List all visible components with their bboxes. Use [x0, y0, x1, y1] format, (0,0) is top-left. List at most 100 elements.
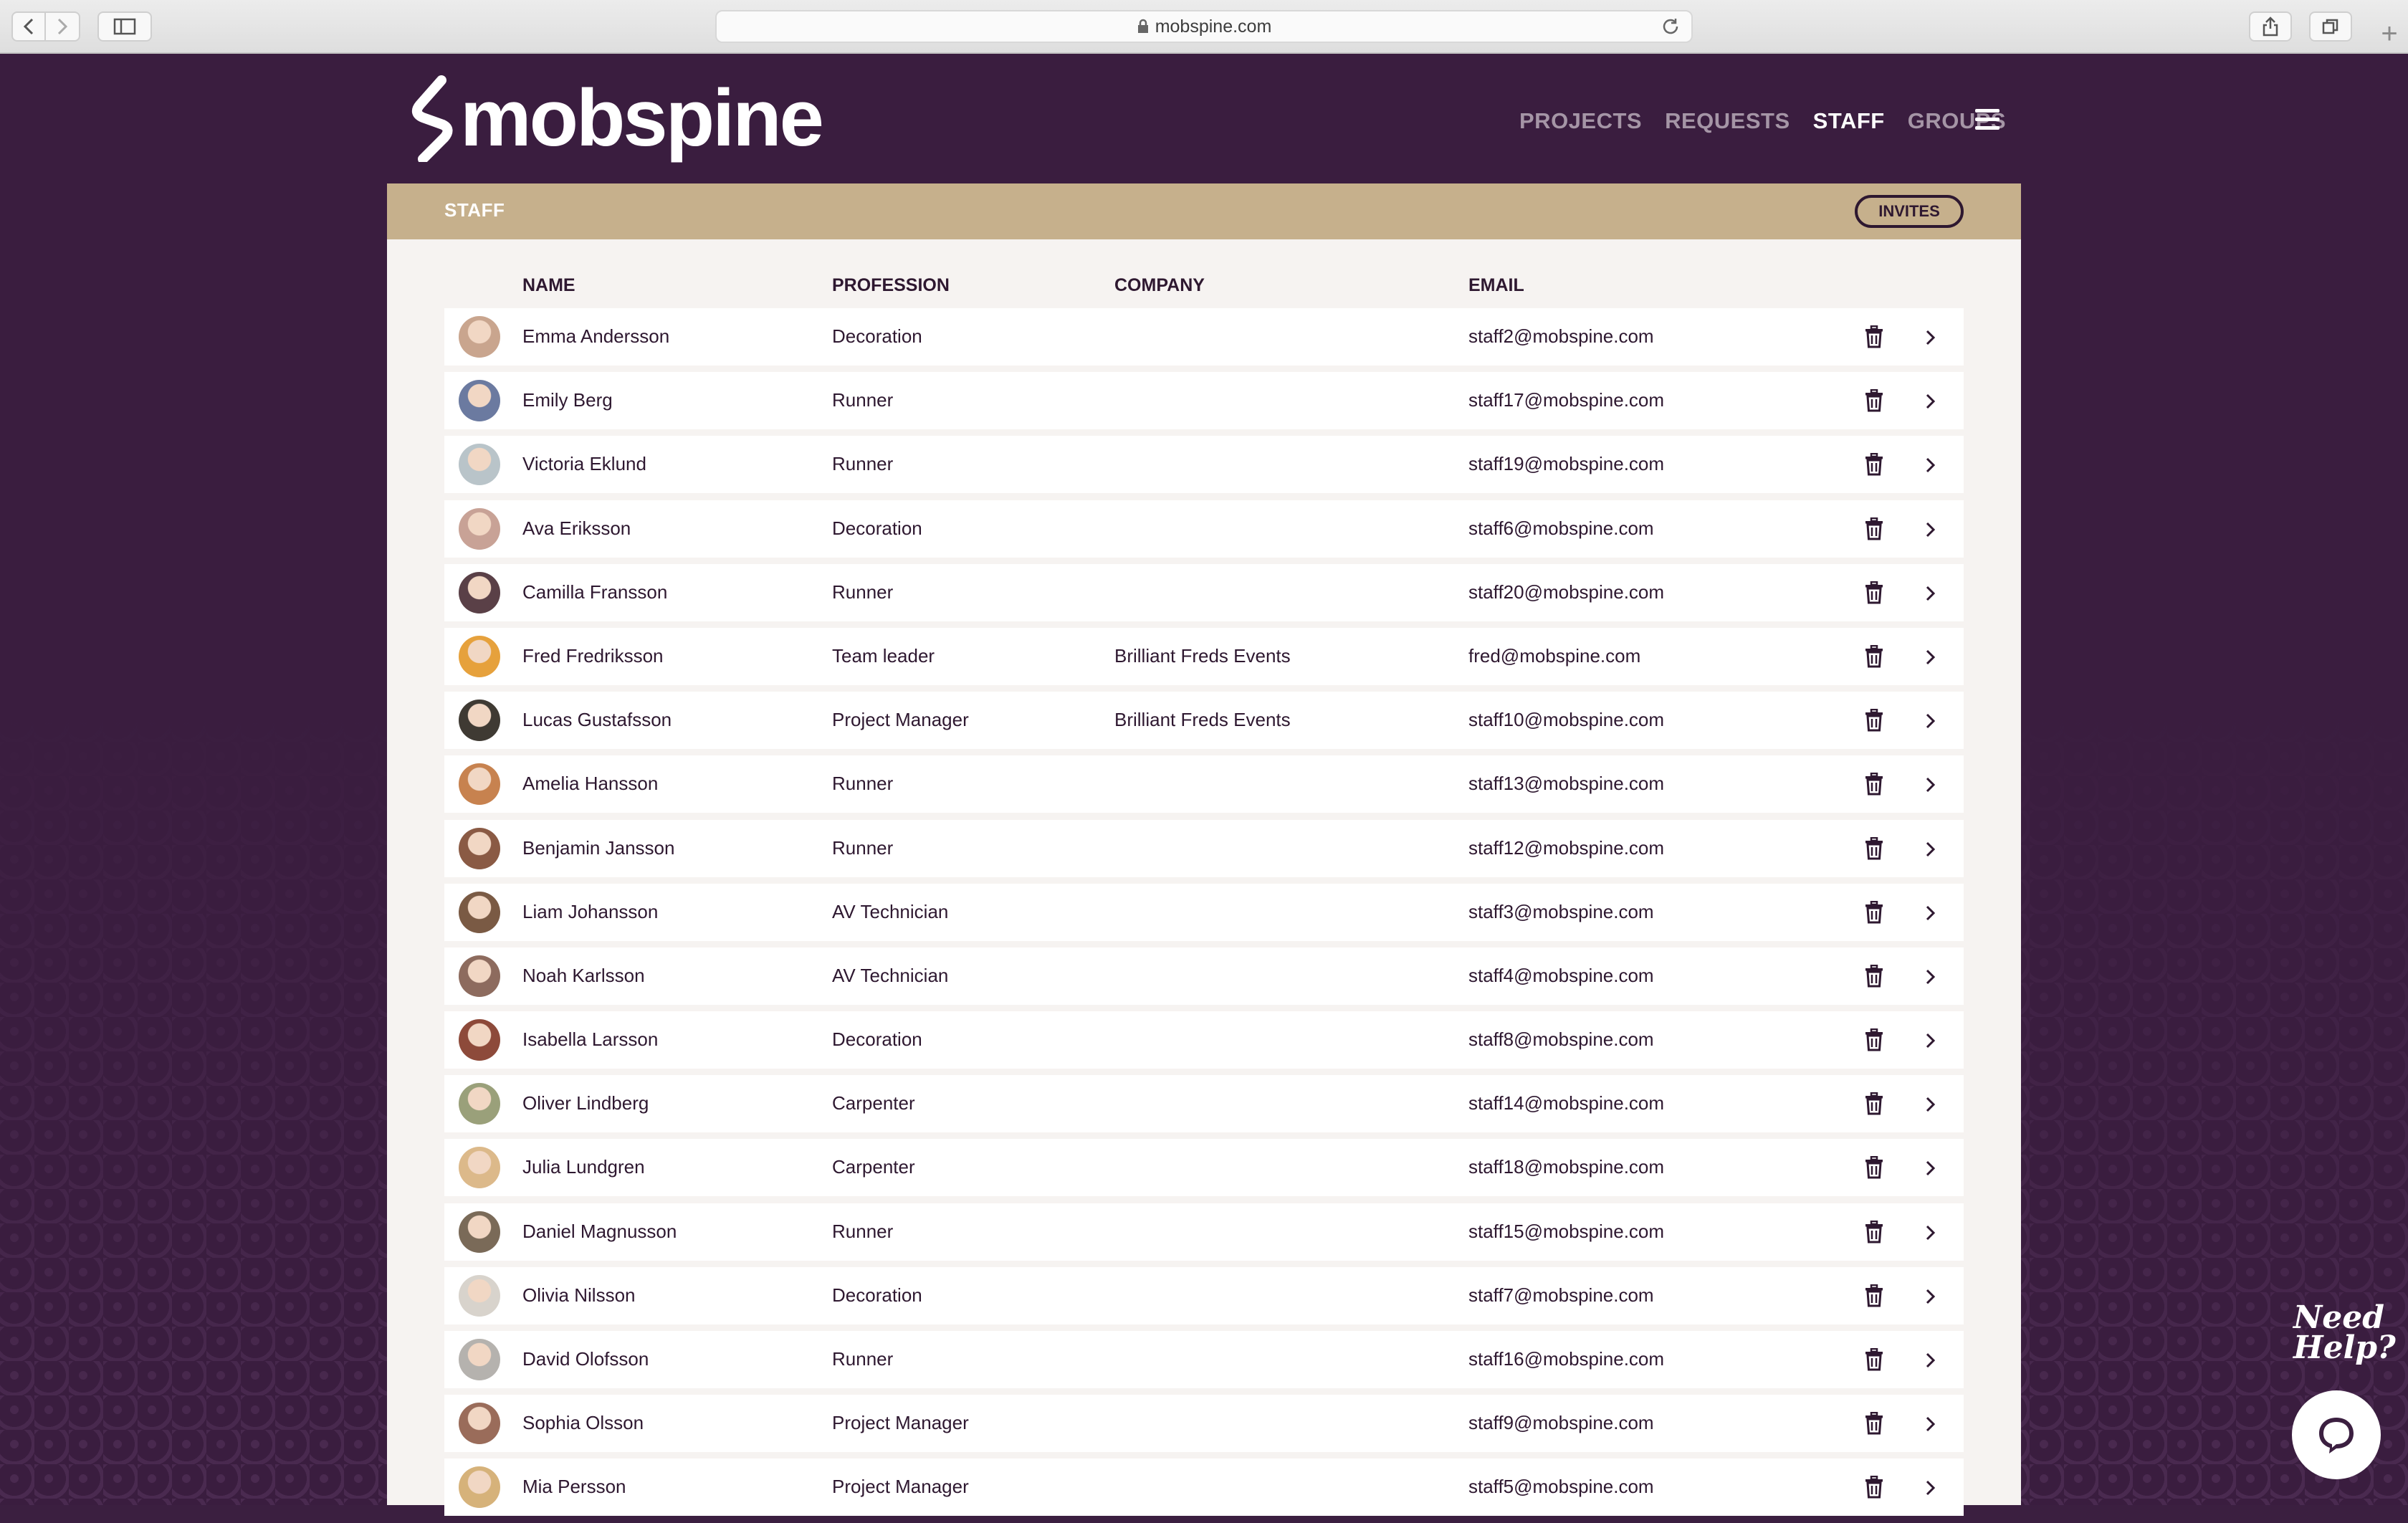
table-row[interactable]: Sophia Olsson Project Manager staff9@mob… [444, 1395, 1964, 1453]
chevron-right-icon[interactable] [1924, 968, 1936, 986]
trash-icon[interactable] [1863, 644, 1885, 668]
trash-icon[interactable] [1863, 1284, 1885, 1307]
avatar [459, 316, 500, 358]
header-email[interactable]: EMAIL [1468, 275, 1524, 296]
trash-icon[interactable] [1863, 1092, 1885, 1115]
nav-requests[interactable]: REQUESTS [1665, 108, 1790, 134]
chevron-right-icon[interactable] [1924, 1479, 1936, 1497]
trash-icon[interactable] [1863, 1348, 1885, 1371]
table-row[interactable]: Oliver Lindberg Carpenter staff14@mobspi… [444, 1075, 1964, 1133]
chevron-right-icon[interactable] [1924, 520, 1936, 539]
staff-profession: Runner [832, 581, 894, 603]
table-row[interactable]: Daniel Magnusson Runner staff15@mobspine… [444, 1203, 1964, 1261]
trash-icon[interactable] [1863, 389, 1885, 412]
app-logo[interactable]: mobspine [410, 72, 824, 165]
chat-button[interactable] [2292, 1390, 2381, 1479]
chevron-right-icon[interactable] [1924, 1223, 1936, 1242]
trash-icon[interactable] [1863, 1220, 1885, 1243]
avatar [459, 891, 500, 933]
avatar [459, 635, 500, 677]
trash-icon[interactable] [1863, 836, 1885, 860]
trash-icon[interactable] [1863, 964, 1885, 988]
back-button[interactable] [11, 11, 46, 42]
invites-button[interactable]: INVITES [1855, 195, 1964, 228]
header-profession[interactable]: PROFESSION [832, 275, 950, 296]
table-row[interactable]: Benjamin Jansson Runner staff12@mobspine… [444, 819, 1964, 877]
sidebar-button[interactable] [97, 11, 152, 42]
chevron-right-icon[interactable] [1924, 1159, 1936, 1178]
staff-profession: Decoration [832, 517, 922, 539]
avatar [459, 1403, 500, 1445]
staff-profession: Carpenter [832, 1156, 915, 1178]
table-row[interactable]: Emma Andersson Decoration staff2@mobspin… [444, 308, 1964, 366]
tabs-button[interactable] [2309, 11, 2352, 42]
trash-icon[interactable] [1863, 1476, 1885, 1499]
chevron-right-icon[interactable] [1924, 456, 1936, 474]
table-row[interactable]: Victoria Eklund Runner staff19@mobspine.… [444, 436, 1964, 494]
trash-icon[interactable] [1863, 517, 1885, 540]
staff-profession: Runner [832, 1348, 894, 1370]
trash-icon[interactable] [1863, 453, 1885, 476]
table-row[interactable]: Isabella Larsson Decoration staff8@mobsp… [444, 1011, 1964, 1069]
chevron-right-icon[interactable] [1924, 328, 1936, 347]
trash-icon[interactable] [1863, 900, 1885, 924]
table-header: NAME PROFESSION COMPANY EMAIL [387, 275, 2021, 304]
staff-email: staff4@mobspine.com [1468, 964, 1654, 986]
staff-name: Camilla Fransson [522, 581, 668, 603]
trash-icon[interactable] [1863, 325, 1885, 348]
header-company[interactable]: COMPANY [1114, 275, 1205, 296]
table-row[interactable]: Noah Karlsson AV Technician staff4@mobsp… [444, 947, 1964, 1005]
share-button[interactable] [2249, 11, 2292, 42]
help-line-2: Help? [2293, 1329, 2396, 1366]
trash-icon[interactable] [1863, 1412, 1885, 1435]
trash-icon[interactable] [1863, 1028, 1885, 1051]
chevron-right-icon[interactable] [1924, 648, 1936, 667]
header-name[interactable]: NAME [522, 275, 575, 296]
trash-icon[interactable] [1863, 1156, 1885, 1179]
nav-projects[interactable]: PROJECTS [1519, 108, 1642, 134]
chevron-right-icon[interactable] [1924, 840, 1936, 859]
lock-icon [1137, 19, 1148, 33]
hamburger-icon[interactable] [1975, 109, 2000, 132]
chevron-right-icon[interactable] [1924, 1095, 1936, 1114]
address-bar[interactable]: mobspine.com [715, 10, 1693, 43]
table-row[interactable]: Lucas Gustafsson Project Manager Brillia… [444, 692, 1964, 750]
table-row[interactable]: Julia Lundgren Carpenter staff18@mobspin… [444, 1139, 1964, 1197]
logo-mark-icon [411, 75, 453, 162]
chevron-right-icon[interactable] [1924, 1415, 1936, 1433]
chevron-right-icon[interactable] [1924, 775, 1936, 794]
table-row[interactable]: Mia Persson Project Manager staff5@mobsp… [444, 1458, 1964, 1517]
trash-icon[interactable] [1863, 709, 1885, 732]
tabs-icon [2322, 19, 2338, 34]
chevron-right-icon[interactable] [1924, 904, 1936, 922]
table-row[interactable]: Camilla Fransson Runner staff20@mobspine… [444, 563, 1964, 621]
need-help-label: Need Help? [2293, 1302, 2396, 1366]
staff-email: staff20@mobspine.com [1468, 581, 1665, 603]
table-row[interactable]: Liam Johansson AV Technician staff3@mobs… [444, 883, 1964, 941]
new-tab-button[interactable]: + [2371, 14, 2408, 53]
table-row[interactable]: Fred Fredriksson Team leader Brilliant F… [444, 627, 1964, 685]
chevron-right-icon[interactable] [1924, 1031, 1936, 1050]
chevron-right-icon[interactable] [1924, 1287, 1936, 1306]
table-row[interactable]: Emily Berg Runner staff17@mobspine.com [444, 372, 1964, 430]
chevron-right-icon[interactable] [1924, 392, 1936, 411]
staff-email: staff18@mobspine.com [1468, 1156, 1665, 1178]
staff-name: Daniel Magnusson [522, 1220, 677, 1242]
trash-icon[interactable] [1863, 581, 1885, 604]
table-row[interactable]: Ava Eriksson Decoration staff6@mobspine.… [444, 500, 1964, 558]
forward-button[interactable] [46, 11, 80, 42]
chevron-right-icon[interactable] [1924, 712, 1936, 730]
avatar [459, 1019, 500, 1061]
staff-email: staff14@mobspine.com [1468, 1092, 1665, 1114]
table-row[interactable]: Olivia Nilsson Decoration staff7@mobspin… [444, 1266, 1964, 1324]
chevron-right-icon[interactable] [1924, 1351, 1936, 1370]
table-row[interactable]: David Olofsson Runner staff16@mobspine.c… [444, 1331, 1964, 1388]
table-row[interactable]: Amelia Hansson Runner staff13@mobspine.c… [444, 755, 1964, 813]
staff-name: Mia Persson [522, 1476, 626, 1498]
staff-profession: AV Technician [832, 964, 949, 986]
trash-icon[interactable] [1863, 773, 1885, 796]
reload-icon[interactable] [1660, 16, 1681, 37]
panel-title: STAFF [444, 199, 505, 221]
nav-staff[interactable]: STAFF [1813, 108, 1885, 134]
chevron-right-icon[interactable] [1924, 584, 1936, 603]
